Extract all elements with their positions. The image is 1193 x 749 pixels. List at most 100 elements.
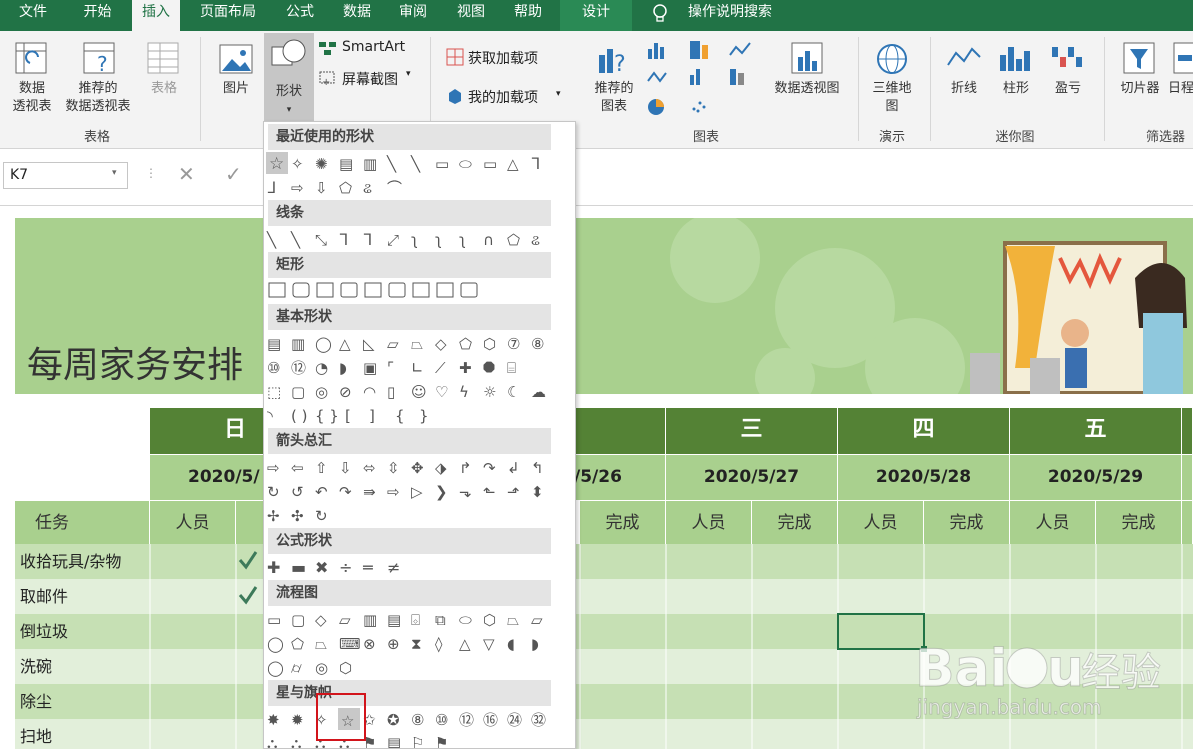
svg-text:⌜: ⌜ — [387, 359, 394, 377]
task-cell[interactable]: 扫地 — [15, 719, 150, 749]
svg-text:△: △ — [507, 155, 519, 173]
check-icon[interactable]: ✓ — [225, 162, 242, 186]
tab-file[interactable]: 文件 — [8, 0, 58, 31]
tab-home[interactable]: 开始 — [70, 0, 125, 31]
name-box[interactable]: K7 — [3, 162, 128, 189]
svg-text:☼: ☼ — [483, 383, 496, 401]
smartart-button[interactable]: SmartArt — [342, 39, 405, 55]
map3d-button[interactable]: 三维地 图 — [866, 80, 918, 116]
block-arrows-gallery[interactable]: ⇨ ⇦ ⇧ ⇩ ⬄ ⇳ ✥ ⬗ ↱ ↷ ↲ ↰ ↻ ↺ ↶ ↷ ⇛ ⇨ ▷ ❯ ⬎ ⬑ ⬏ ⬍ ✢ ✣ ↻ — [265, 454, 555, 526]
svg-text:♡: ♡ — [435, 383, 448, 401]
svg-text:+: + — [322, 77, 330, 87]
svg-text:⬠: ⬠ — [291, 635, 304, 653]
person-header[interactable] — [1182, 500, 1193, 544]
task-cell[interactable]: 除尘 — [15, 684, 150, 719]
day-header[interactable]: 三 — [666, 408, 838, 454]
recommended-charts-button[interactable]: 推荐的 图表 — [588, 80, 640, 116]
section-flowchart: 流程图 — [268, 580, 551, 606]
selected-cell[interactable] — [837, 613, 925, 650]
stars-banners-gallery[interactable]: ✸ ✹ ✧ ☆ ✩ ✪ ⑧ ⑩ ⑫ ⑯ ㉔㉜ ⛬ ⛬ ⛬ ⛬ ⚑ ▤ ⚐ ⚑ — [265, 706, 555, 749]
pivot-chart-button[interactable]: 数据透视图 — [766, 80, 848, 98]
svg-text:ᒣ: ᒣ — [531, 155, 540, 173]
svg-text:✚: ✚ — [459, 359, 472, 377]
tab-help[interactable]: 帮助 — [505, 0, 551, 31]
flowchart-gallery[interactable]: ▭ ▢ ◇ ▱ ▥ ▤ ⌺ ⧉ ⬭ ⬡ ⏢ ⏥ ◯ ⬠ ⏢ ⌨ ⊗ ⊕ ⧗ ◊ △ ▽ ◖ ◗ ◯ ⌭ ◎ ⬡ — [265, 606, 555, 678]
task-cell[interactable]: 收拾玩具/杂物 — [15, 544, 150, 579]
day-header[interactable] — [1182, 408, 1193, 454]
chevron-down-icon[interactable]: ▾ — [112, 168, 117, 178]
task-column-header[interactable]: 任务 — [15, 500, 150, 544]
svg-text:▤: ▤ — [387, 734, 401, 749]
svg-text:⯃: ⯃ — [483, 359, 495, 377]
pivot-table-label-2: 透视表 — [12, 99, 52, 114]
recommended-pivot-label-1: 推荐的 — [78, 81, 118, 96]
recommended-pivot-button[interactable]: 推荐的 数据透视表 — [58, 80, 138, 116]
svg-text:⬗: ⬗ — [435, 459, 447, 477]
task-cell[interactable]: 洗碗 — [15, 649, 150, 684]
table-button[interactable]: 表格 — [140, 80, 188, 98]
person-header[interactable]: 人员 — [838, 500, 924, 544]
recent-shapes-gallery[interactable]: ☆ ✧ ✺ ▤ ▥ ╲ ╲ ▭ ⬭ ▭ △ ᒣ ᒧ ⇨ ⇩ ⬠ ଌ ⌒ — [265, 150, 555, 200]
tell-me-search[interactable]: 操作说明搜索 — [680, 0, 780, 31]
task-cell[interactable]: 倒垃圾 — [15, 614, 150, 649]
pivot-table-button[interactable]: 数据 透视表 — [4, 80, 60, 116]
sparkline-column-button[interactable]: 柱形 — [992, 80, 1040, 98]
chart-type-gallery[interactable] — [646, 39, 766, 123]
timeline-button[interactable]: 日程 — [1168, 80, 1193, 98]
svg-text:╲: ╲ — [266, 231, 277, 249]
svg-text:╲: ╲ — [386, 155, 397, 173]
svg-text:⌸: ⌸ — [507, 359, 516, 377]
tab-design[interactable]: 设计 — [560, 0, 632, 31]
group-tables-label: 表格 — [83, 130, 110, 145]
person-header[interactable]: 人员 — [1010, 500, 1096, 544]
rectangles-gallery[interactable] — [265, 278, 555, 304]
picture-button[interactable]: 图片 — [212, 80, 260, 98]
task-cell[interactable]: 取邮件 — [15, 579, 150, 614]
my-addins-button[interactable]: 我的加载项 — [468, 87, 538, 107]
date-cell[interactable]: 2020/5/29 — [1010, 454, 1182, 500]
tab-review[interactable]: 审阅 — [390, 0, 436, 31]
slicer-button[interactable]: 切片器 — [1114, 80, 1166, 98]
date-cell[interactable]: 2020/5/28 — [838, 454, 1010, 500]
done-header[interactable]: 完成 — [752, 500, 838, 544]
tab-page-layout[interactable]: 页面布局 — [192, 0, 264, 31]
date-cell[interactable]: 2020/5/27 — [666, 454, 838, 500]
sparkline-line-button[interactable]: 折线 — [940, 80, 988, 98]
tab-formulas[interactable]: 公式 — [278, 0, 322, 31]
svg-text:◗: ◗ — [339, 359, 347, 377]
my-addins-icon — [446, 87, 464, 105]
svg-text:⊗: ⊗ — [363, 635, 376, 653]
person-header[interactable]: 人员 — [666, 500, 752, 544]
cancel-icon[interactable]: ✕ — [178, 162, 195, 186]
lines-gallery[interactable]: ╲ ╲ ⤡ ᒣ ᒣ ⤢ ʅ ʅ ʅ ∩ ⬠ ଌ — [265, 226, 555, 252]
tab-insert[interactable]: 插入 — [132, 0, 180, 31]
shapes-button[interactable]: 形状 ▾ — [264, 33, 314, 121]
svg-text:◯: ◯ — [267, 659, 284, 677]
svg-text:◝: ◝ — [267, 407, 273, 425]
svg-text:↻: ↻ — [267, 483, 280, 501]
get-addins-button[interactable]: 获取加载项 — [468, 48, 538, 68]
day-header[interactable]: 四 — [838, 408, 1010, 454]
date-cell[interactable] — [1182, 454, 1193, 500]
person-header[interactable]: 人员 — [150, 500, 236, 544]
day-header[interactable]: 五 — [1010, 408, 1182, 454]
svg-text:▥: ▥ — [363, 155, 377, 173]
done-header[interactable]: 完成 — [580, 500, 666, 544]
tab-view[interactable]: 视图 — [448, 0, 494, 31]
basic-shapes-gallery[interactable]: ▤ ▥ ◯ △ ◺ ▱ ⏢ ◇ ⬠ ⬡ ⑦ ⑧ ⑩ ⑫ ◔ ◗ ▣ ⌜ ∟ ⟋ ✚ ⯃ ⌸ ⬚ ▢ ◎ ⊘ ◠ ▯ ☺ ♡ ϟ ☼ ☾ ☁ ◝ ( ) {… — [265, 330, 555, 426]
done-header[interactable]: 完成 — [924, 500, 1010, 544]
svg-text:⬭: ⬭ — [459, 155, 472, 173]
svg-text:⑩: ⑩ — [435, 711, 448, 729]
shapes-icon — [271, 39, 306, 66]
equation-shapes-gallery[interactable]: ✚ ▬ ✖ ÷ ═ ≠ — [265, 554, 555, 580]
svg-text:⇛: ⇛ — [363, 483, 376, 501]
section-block-arrows: 箭头总汇 — [268, 428, 551, 454]
svg-text:?: ? — [614, 52, 626, 77]
svg-text:↷: ↷ — [483, 459, 496, 477]
done-header[interactable]: 完成 — [1096, 500, 1182, 544]
tab-data[interactable]: 数据 — [334, 0, 380, 31]
sparkline-winloss-button[interactable]: 盈亏 — [1044, 80, 1092, 98]
svg-text:◇: ◇ — [315, 611, 327, 629]
slicer-icon — [1122, 41, 1158, 77]
screenshot-button[interactable]: 屏幕截图 — [342, 69, 398, 89]
